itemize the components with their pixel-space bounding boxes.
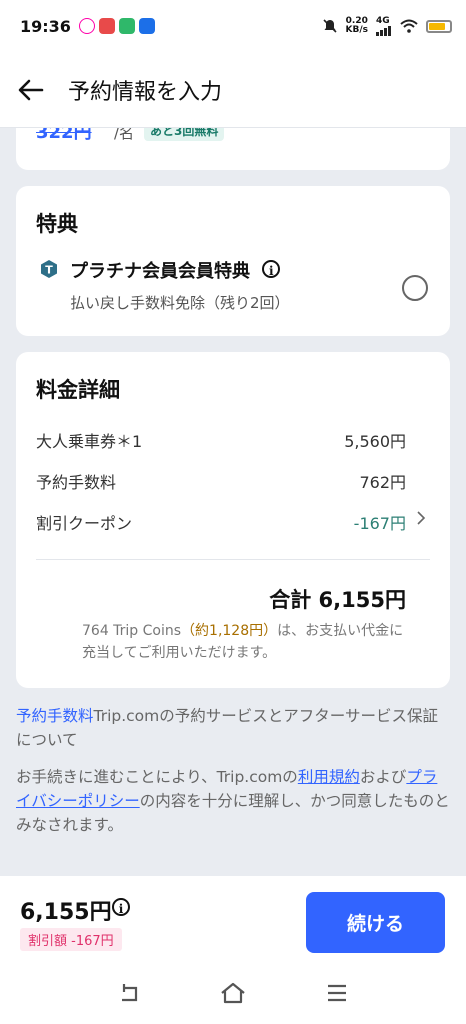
fare-details-card: 料金詳細 大人乗車券＊1 5,560円 予約手数料 762円 割引クーポン -1… [16,352,450,688]
status-time: 19:36 [20,16,71,36]
fare-row-label: 予約手数料 [36,473,117,492]
status-right: 0.20 KB/s 4G [322,15,452,36]
fare-row-booking-fee: 予約手数料 762円 [36,469,426,493]
terms-link[interactable]: 利用規約 [298,768,360,786]
coins-approx: （約1,128円） [181,623,278,639]
page-title: 予約情報を入力 [68,79,223,105]
net-speed: 0.20 KB/s [346,17,368,35]
app-header: 予約情報を入力 [0,52,466,128]
signal-icon [376,25,391,36]
trip-coins-note: 764 Trip Coins（約1,128円）は、お支払い代金に充当してご利用い… [82,620,406,664]
app-notification-icon [78,18,95,34]
nav-back-button[interactable] [117,980,143,1006]
per-person-label: /名 [114,128,135,142]
net-type: 4G [376,15,390,26]
booking-fee-link[interactable]: 予約手数料 [16,707,94,725]
net-speed-unit: KB/s [345,25,368,35]
fare-row-coupon[interactable]: 割引クーポン -167円 [36,510,426,534]
strike-price: 322円 [36,128,92,143]
fare-row-value: -167円 [353,514,406,533]
benefit-description: 払い戻し手数料免除（残り2回） [70,294,290,312]
info-icon[interactable]: i [262,260,281,278]
benefit-title: 特典 [36,212,78,236]
divider [36,559,430,560]
benefit-card: 特典 T プラチナ会員会員特典 i 払い戻し手数料免除（残り2回） [16,186,450,336]
nav-home-button[interactable] [220,980,246,1006]
total-price: 6,155円 [20,900,112,925]
signal-group: 4G [376,15,392,36]
fare-row-label: 大人乗車券＊1 [36,432,143,451]
continue-button[interactable]: 続ける [306,892,445,953]
arrow-left-icon [18,79,44,100]
discount-badge: 割引額 -167円 [20,928,122,951]
back-nav-icon [122,984,138,1002]
game-notification-icon [98,18,115,34]
platinum-t-icon: T [41,260,57,278]
chevron-right-icon[interactable] [416,510,426,530]
consent-note: お手続きに進むことにより、Trip.comの利用規約およびプライバシーポリシーの… [16,765,450,837]
bottom-action-bar: 6,155円 i 割引額 -167円 続ける [0,876,466,962]
benefit-name-text: プラチナ会員会員特典 [70,261,250,282]
price-info-icon[interactable]: i [112,898,130,916]
fare-total: 合計 6,155円 [269,588,406,612]
consent-prefix: お手続きに進むことにより、Trip.comの [16,768,298,786]
system-nav-bar [0,962,466,1024]
battery-icon [426,19,452,33]
battery-level [429,22,445,30]
status-bar: 19:36 0.20 KB/s 4G [0,0,466,52]
nav-menu-button[interactable] [324,980,350,1006]
fare-row-value: 5,560円 [344,432,406,451]
coins-amount: 764 Trip Coins [82,623,182,639]
back-button[interactable] [14,73,48,107]
store-notification-icon [118,18,135,34]
home-icon [221,982,245,1004]
fare-row-adult: 大人乗車券＊1 5,560円 [36,428,426,452]
fee-note: 予約手数料Trip.comの予約サービスとアフターサービス保証について [16,704,450,752]
free-count-badge: あと3回無料 [144,128,225,141]
price-card: 322円 /名 あと3回無料 [16,128,450,170]
menu-icon [328,984,346,1002]
upload-notification-icon [138,18,155,34]
main-scroll-area[interactable]: 322円 /名 あと3回無料 特典 T プラチナ会員会員特典 i 払い戻し手数料… [0,128,466,876]
fare-row-label: 割引クーポン [36,514,133,533]
fare-title: 料金詳細 [36,378,120,402]
wifi-icon [400,19,418,33]
notification-icons [78,18,155,34]
mute-bell-icon [322,19,337,33]
benefit-radio[interactable] [402,275,428,301]
svg-text:T: T [45,264,53,277]
benefit-name: プラチナ会員会員特典 i [70,257,281,283]
consent-and: および [359,768,407,786]
fare-row-value: 762円 [359,473,406,492]
